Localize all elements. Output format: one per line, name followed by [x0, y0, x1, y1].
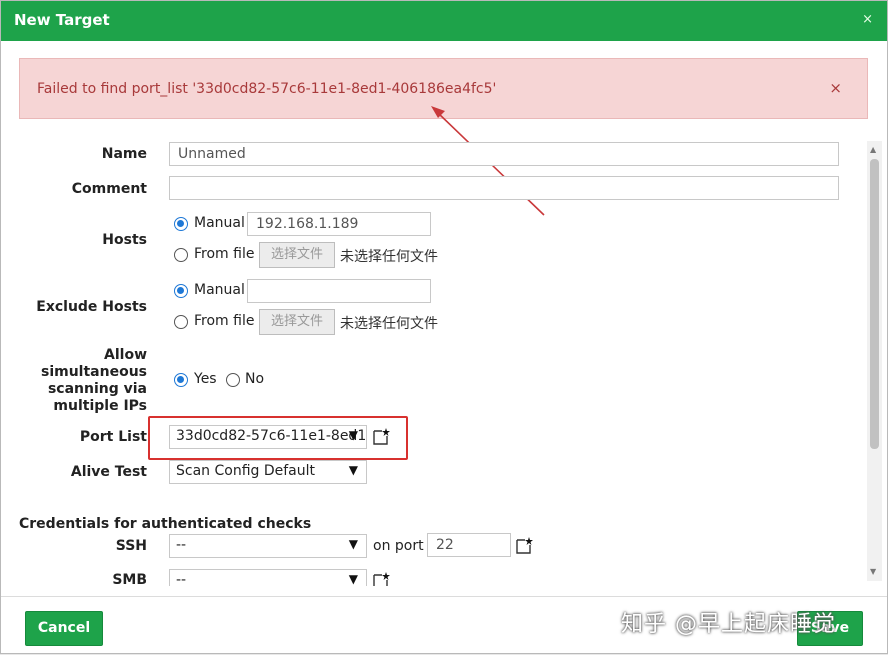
scroll-down-icon[interactable]: ▼ [870, 567, 876, 576]
smb-credential-select[interactable]: -- ▼ [169, 569, 367, 586]
alive-test-label: Alive Test [70, 464, 147, 480]
exclude-hosts-manual-input[interactable] [247, 279, 431, 303]
new-ssh-credential-icon[interactable] [515, 536, 533, 554]
exclude-hosts-label: Exclude Hosts [36, 299, 147, 315]
exclude-hosts-file-radio[interactable] [174, 315, 188, 329]
exclude-hosts-choose-file-button[interactable]: 选择文件 [259, 309, 335, 335]
scrollbar-thumb[interactable] [870, 159, 879, 449]
simultaneous-label-line: Allow [104, 347, 147, 363]
simultaneous-yes-radio[interactable] [174, 373, 188, 387]
name-input[interactable] [169, 142, 839, 166]
hosts-manual-input[interactable] [247, 212, 431, 236]
ssh-credential-value: -- [176, 537, 187, 553]
simultaneous-yes-label: Yes [194, 371, 217, 387]
scroll-up-icon[interactable]: ▲ [870, 145, 876, 154]
error-close-icon[interactable]: × [829, 79, 842, 97]
ssh-credential-select[interactable]: -- ▼ [169, 534, 367, 558]
dialog-titlebar: New Target × [1, 1, 887, 41]
hosts-manual-radio[interactable] [174, 217, 188, 231]
simultaneous-scanning-label: Allow simultaneous scanning via multiple… [31, 347, 147, 415]
dialog-title: New Target [14, 11, 110, 29]
form-scrollbar[interactable]: ▲ ▼ [867, 141, 882, 581]
watermark-text: 知乎 @早上起床睡觉 [621, 612, 836, 637]
smb-credential-value: -- [176, 572, 187, 586]
simultaneous-no-radio[interactable] [226, 373, 240, 387]
ssh-port-input[interactable] [427, 533, 511, 557]
ssh-label: SSH [115, 538, 147, 554]
hosts-file-status: 未选择任何文件 [340, 249, 438, 265]
simultaneous-label-line: multiple IPs [53, 398, 147, 414]
error-alert: Failed to find port_list '33d0cd82-57c6-… [19, 58, 868, 119]
simultaneous-no-label: No [245, 371, 265, 387]
chevron-down-icon: ▼ [348, 537, 358, 551]
smb-row-clip: SMB -- ▼ [1, 566, 867, 586]
smb-label: SMB [112, 572, 147, 586]
exclude-hosts-file-label: From file [194, 313, 255, 329]
error-message: Failed to find port_list '33d0cd82-57c6-… [37, 81, 497, 97]
name-label: Name [101, 146, 147, 162]
hosts-file-label: From file [194, 246, 255, 262]
hosts-label: Hosts [102, 232, 147, 248]
exclude-hosts-manual-label: Manual [194, 282, 245, 298]
alive-test-value: Scan Config Default [176, 463, 316, 479]
credentials-section-title: Credentials for authenticated checks [19, 516, 312, 532]
chevron-down-icon: ▼ [348, 463, 358, 477]
on-port-label: on port [373, 538, 424, 554]
simultaneous-label-line: scanning via [47, 381, 147, 397]
new-target-dialog: New Target × Failed to find port_list '3… [0, 0, 888, 654]
cancel-button[interactable]: Cancel [25, 611, 103, 646]
footer-divider [1, 596, 887, 597]
dialog-close-icon[interactable]: × [862, 12, 873, 27]
comment-label: Comment [71, 181, 147, 197]
hosts-file-radio[interactable] [174, 248, 188, 262]
hosts-choose-file-button[interactable]: 选择文件 [259, 242, 335, 268]
comment-input[interactable] [169, 176, 839, 200]
hosts-manual-label: Manual [194, 215, 245, 231]
alive-test-select[interactable]: Scan Config Default ▼ [169, 460, 367, 484]
chevron-down-icon: ▼ [348, 572, 358, 586]
exclude-hosts-manual-radio[interactable] [174, 284, 188, 298]
exclude-hosts-file-status: 未选择任何文件 [340, 316, 438, 332]
port-list-label: Port List [79, 429, 147, 445]
port-list-highlight-box [148, 416, 408, 460]
simultaneous-label-line: simultaneous [40, 364, 147, 380]
new-smb-credential-icon[interactable] [372, 571, 390, 586]
